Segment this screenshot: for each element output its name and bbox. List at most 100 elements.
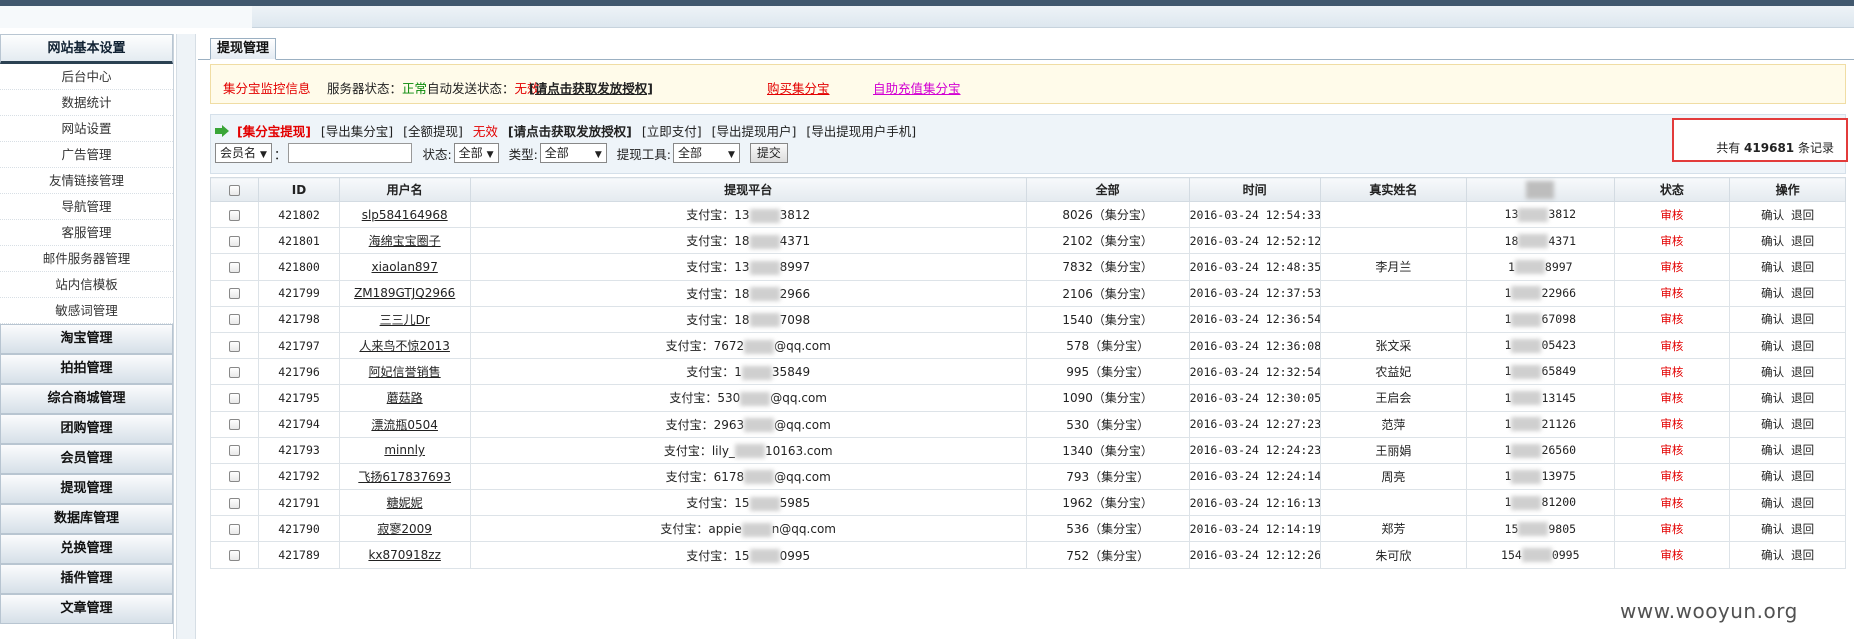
username-link[interactable]: ZM189GTJQ2966 xyxy=(354,286,455,300)
audit-link[interactable]: 审核 xyxy=(1660,469,1683,483)
return-link[interactable]: 退回 xyxy=(1791,208,1814,222)
type-select[interactable]: 全部 ▼ xyxy=(539,143,607,163)
sidebar-item[interactable]: 导航管理 xyxy=(0,194,173,220)
username-link[interactable]: 蘑菇路 xyxy=(387,391,423,405)
audit-link[interactable]: 审核 xyxy=(1660,391,1683,405)
audit-link[interactable]: 审核 xyxy=(1660,260,1683,274)
username-link[interactable]: minnly xyxy=(384,443,425,457)
confirm-link[interactable]: 确认 xyxy=(1761,496,1784,510)
tool-select[interactable]: 全部 ▼ xyxy=(672,143,740,163)
return-link[interactable]: 退回 xyxy=(1791,260,1814,274)
pay-now-link[interactable]: [立即支付] xyxy=(642,124,702,139)
username-link[interactable]: 海绵宝宝圈子 xyxy=(369,234,441,248)
sidebar-group[interactable]: 兑换管理 xyxy=(0,534,173,564)
confirm-link[interactable]: 确认 xyxy=(1761,312,1784,326)
sidebar-title[interactable]: 网站基本设置 xyxy=(0,34,173,64)
sidebar-group[interactable]: 会员管理 xyxy=(0,444,173,474)
return-link[interactable]: 退回 xyxy=(1791,365,1814,379)
audit-link[interactable]: 审核 xyxy=(1660,208,1683,222)
username-link[interactable]: slp584164968 xyxy=(362,208,448,222)
row-checkbox[interactable] xyxy=(229,523,241,535)
confirm-link[interactable]: 确认 xyxy=(1761,522,1784,536)
username-link[interactable]: 三三儿Dr xyxy=(380,313,430,327)
row-checkbox[interactable] xyxy=(229,209,241,221)
sidebar-item[interactable]: 敏感词管理 xyxy=(0,298,173,324)
confirm-link[interactable]: 确认 xyxy=(1761,365,1784,379)
header-amount[interactable]: 全部 xyxy=(1025,177,1190,202)
row-checkbox[interactable] xyxy=(229,288,241,300)
row-checkbox[interactable] xyxy=(229,445,241,457)
audit-link[interactable]: 审核 xyxy=(1660,339,1683,353)
confirm-link[interactable]: 确认 xyxy=(1761,286,1784,300)
sidebar-group[interactable]: 拍拍管理 xyxy=(0,354,173,384)
username-link[interactable]: 糖妮妮 xyxy=(387,496,423,510)
row-checkbox[interactable] xyxy=(229,340,241,352)
return-link[interactable]: 退回 xyxy=(1791,522,1814,536)
audit-link[interactable]: 审核 xyxy=(1660,443,1683,457)
audit-link[interactable]: 审核 xyxy=(1660,522,1683,536)
sidebar-group[interactable]: 插件管理 xyxy=(0,564,173,594)
return-link[interactable]: 退回 xyxy=(1791,417,1814,431)
sidebar-group[interactable]: 团购管理 xyxy=(0,414,173,444)
sidebar-item[interactable]: 网站设置 xyxy=(0,116,173,142)
return-link[interactable]: 退回 xyxy=(1791,234,1814,248)
row-checkbox[interactable] xyxy=(229,497,241,509)
audit-link[interactable]: 审核 xyxy=(1660,286,1683,300)
recharge-jfb-link[interactable]: 自助充值集分宝 xyxy=(873,78,961,97)
sidebar-group[interactable]: 淘宝管理 xyxy=(0,324,173,354)
row-checkbox[interactable] xyxy=(229,261,241,273)
header-platform[interactable]: 提现平台 xyxy=(469,177,1027,202)
confirm-link[interactable]: 确认 xyxy=(1761,391,1784,405)
sidebar-group[interactable]: 文章管理 xyxy=(0,594,173,624)
return-link[interactable]: 退回 xyxy=(1791,469,1814,483)
select-all-checkbox[interactable] xyxy=(229,184,241,196)
row-checkbox[interactable] xyxy=(229,314,241,326)
confirm-link[interactable]: 确认 xyxy=(1761,339,1784,353)
audit-link[interactable]: 审核 xyxy=(1660,312,1683,326)
username-link[interactable]: kx870918zz xyxy=(368,548,440,562)
get-auth-link[interactable]: [请点击获取发放授权] xyxy=(529,78,653,97)
sidebar-item[interactable]: 邮件服务器管理 xyxy=(0,246,173,272)
sidebar-group[interactable]: 综合商城管理 xyxy=(0,384,173,414)
export-users-link[interactable]: [导出提现用户] xyxy=(712,124,797,139)
username-link[interactable]: xiaolan897 xyxy=(372,260,438,274)
audit-link[interactable]: 审核 xyxy=(1660,548,1683,562)
sidebar-item[interactable]: 友情链接管理 xyxy=(0,168,173,194)
sidebar-item[interactable]: 广告管理 xyxy=(0,142,173,168)
status-select[interactable]: 全部 ▼ xyxy=(453,143,499,163)
export-phones-link[interactable]: [导出提现用户手机] xyxy=(806,124,916,139)
return-link[interactable]: 退回 xyxy=(1791,286,1814,300)
frame-separator[interactable] xyxy=(176,34,196,639)
confirm-link[interactable]: 确认 xyxy=(1761,443,1784,457)
confirm-link[interactable]: 确认 xyxy=(1761,234,1784,248)
member-search-input[interactable] xyxy=(288,143,413,163)
confirm-link[interactable]: 确认 xyxy=(1761,469,1784,483)
tab-withdraw-management[interactable]: 提现管理 xyxy=(210,38,277,60)
sidebar-item[interactable]: 数据统计 xyxy=(0,90,173,116)
username-link[interactable]: 寂寥2009 xyxy=(377,522,432,536)
row-checkbox[interactable] xyxy=(229,392,241,404)
jfb-withdraw-link[interactable]: [集分宝提现] xyxy=(237,124,311,139)
sidebar-item[interactable]: 后台中心 xyxy=(0,64,173,90)
audit-link[interactable]: 审核 xyxy=(1660,496,1683,510)
username-link[interactable]: 飞扬617837693 xyxy=(358,470,451,484)
username-link[interactable]: 漂流瓶0504 xyxy=(371,418,438,432)
header-status[interactable]: 状态 xyxy=(1613,177,1731,202)
return-link[interactable]: 退回 xyxy=(1791,339,1814,353)
confirm-link[interactable]: 确认 xyxy=(1761,208,1784,222)
audit-link[interactable]: 审核 xyxy=(1660,417,1683,431)
sidebar-group[interactable]: 数据库管理 xyxy=(0,504,173,534)
row-checkbox[interactable] xyxy=(229,471,241,483)
buy-jfb-link[interactable]: 购买集分宝 xyxy=(767,78,830,97)
username-link[interactable]: 人来鸟不惊2013 xyxy=(359,339,450,353)
sidebar-item[interactable]: 客服管理 xyxy=(0,220,173,246)
confirm-link[interactable]: 确认 xyxy=(1761,417,1784,431)
row-checkbox[interactable] xyxy=(229,366,241,378)
full-withdraw-link[interactable]: [全额提现] xyxy=(403,124,463,139)
header-real-name[interactable]: 真实姓名 xyxy=(1319,177,1468,202)
submit-button[interactable]: 提交 xyxy=(749,143,788,163)
audit-link[interactable]: 审核 xyxy=(1660,234,1683,248)
export-jfb-link[interactable]: [导出集分宝] xyxy=(321,124,393,139)
row-checkbox[interactable] xyxy=(229,419,241,431)
row-checkbox[interactable] xyxy=(229,235,241,247)
